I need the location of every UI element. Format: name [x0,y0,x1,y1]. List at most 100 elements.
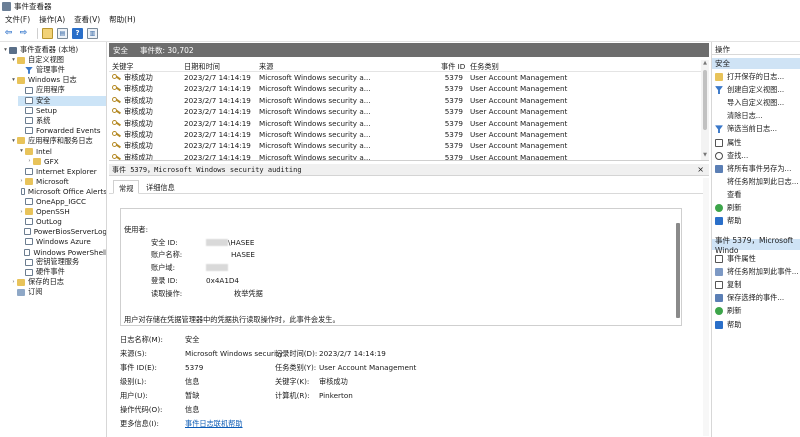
action-item[interactable]: 复制 [712,280,800,290]
detail-scrollbar[interactable] [703,178,709,436]
table-row[interactable]: 审核成功 2023/2/7 14:14:19 Microsoft Windows s… [109,118,701,129]
menu-help[interactable]: 帮助(H) [109,14,136,25]
action-item[interactable]: 事件属性 [712,254,800,264]
action-item[interactable]: 保存选择的事件... [712,293,800,303]
expand-toggle-icon[interactable]: ▾ [10,57,17,63]
tree-item[interactable]: 订阅 [10,287,106,297]
menu-file[interactable]: 文件(F) [5,14,30,25]
tree-item[interactable]: Windows PowerShell [18,247,107,257]
action-item[interactable]: 帮助 [712,216,800,226]
action-item[interactable]: 刷新 [712,306,800,316]
tree-item[interactable]: 安全 [18,95,106,106]
console-icon[interactable]: ▤ [57,27,68,39]
expand-toggle-icon[interactable]: › [26,158,33,164]
tree-item[interactable]: ▾ 自定义视图 [10,55,106,65]
tree-item[interactable]: Microsoft Office Alerts [18,186,106,196]
table-row[interactable]: 审核成功 2023/2/7 14:14:19 Microsoft Windows s… [109,83,701,94]
action-item[interactable]: 创建自定义视图... [712,85,800,95]
more-info-link[interactable]: 事件日志联机帮助 [185,419,243,429]
event-table-scrollbar[interactable]: ▲ ▼ [701,60,709,160]
actions-section-log[interactable]: 安全 [712,58,800,69]
tree-item[interactable]: ▾ Intel [18,146,106,156]
tree-item[interactable]: ▾ 事件查看器 (本地) [2,45,106,55]
action-item[interactable]: 查找... [712,151,800,161]
table-row[interactable]: 审核成功 2023/2/7 14:14:19 Microsoft Windows s… [109,72,701,83]
action-item[interactable]: 清除日志... [712,111,800,121]
tree-item[interactable]: › GFX [26,156,106,166]
refresh-icon [715,307,723,316]
expand-toggle-icon[interactable]: › [10,279,17,285]
task-category-cell: User Account Management [470,84,568,94]
datetime-cell: 2023/2/7 14:14:19 [184,95,251,105]
tree-item[interactable]: PowerBiosServerLog [18,227,106,237]
close-icon[interactable]: × [697,165,704,174]
column-task-category[interactable]: 任务类别 [470,62,499,72]
action-item[interactable]: 属性 [712,138,800,148]
navigation-tree: ▾ 事件查看器 (本地) ▾ 自定义视图 管理事件 ▾ Windows 日志 应用程序 安全 Se… [0,42,107,437]
menu-view[interactable]: 查看(V) [74,14,100,25]
action-item[interactable]: 将任务附加到此事件... [712,267,800,277]
menu-action[interactable]: 操作(A) [39,14,65,25]
tree-item[interactable]: Forwarded Events [18,126,106,136]
table-row[interactable]: 审核成功 2023/2/7 14:14:19 Microsoft Windows s… [109,95,701,106]
message-scrollbar[interactable] [676,223,680,318]
action-item[interactable]: 导入自定义视图... [712,98,800,108]
tree-item[interactable]: Setup [18,106,106,116]
tree-item[interactable]: › OpenSSH [18,207,106,217]
expand-toggle-icon[interactable]: › [18,209,25,215]
tab-details[interactable]: 详细信息 [141,180,180,194]
tab-general[interactable]: 常规 [113,180,140,194]
expand-toggle-icon[interactable]: ▾ [18,148,25,154]
action-item[interactable]: 将任务附加到此日志... [712,177,800,187]
tree-item[interactable]: 密钥管理服务 [18,257,106,267]
help-icon[interactable]: ? [72,27,83,39]
expand-toggle-icon[interactable]: › [18,178,25,184]
tree-item-label: Windows PowerShell [33,247,107,257]
scroll-up-icon[interactable]: ▲ [701,60,709,68]
action-item[interactable]: 将所有事件另存为... [712,164,800,174]
tree-item[interactable]: 管理事件 [18,65,106,75]
actions-section-event[interactable]: 事件 5379，Microsoft Windo [712,236,800,255]
column-event-id[interactable]: 事件 ID [441,62,465,72]
event-message-box[interactable]: 使用者: 安全 ID: \HASEE 账户名称: HASEE 账户域: 登录 I… [120,208,682,326]
tree-item[interactable]: ▾ Windows 日志 [10,75,106,85]
tree-item[interactable]: OneApp_IGCC [18,197,106,207]
back-icon[interactable]: ⇦ [3,28,14,39]
tree-item[interactable]: 系统 [18,116,106,126]
action-item[interactable]: 帮助 [712,320,800,330]
column-keyword[interactable]: 关键字 [112,62,134,72]
tree-item[interactable]: Internet Explorer [18,166,106,176]
tree-item[interactable]: 应用程序 [18,85,106,95]
table-row[interactable]: 审核成功 2023/2/7 14:14:19 Microsoft Windows s… [109,152,701,160]
scroll-down-icon[interactable]: ▼ [701,152,709,160]
scroll-thumb[interactable] [703,70,707,130]
table-row[interactable]: 审核成功 2023/2/7 14:14:19 Microsoft Windows s… [109,106,701,117]
action-item[interactable]: 查看 [712,190,800,200]
event-id-cell: 5379 [444,130,463,139]
tree-item[interactable]: Windows Azure [18,237,106,247]
save-icon [715,294,723,303]
expand-toggle-icon[interactable]: ▾ [10,77,17,83]
table-row[interactable]: 审核成功 2023/2/7 14:14:19 Microsoft Windows s… [109,140,701,151]
window-title: 事件查看器 [14,2,52,11]
expand-toggle-icon[interactable]: ▾ [2,47,9,53]
column-datetime[interactable]: 日期和时间 [184,62,220,72]
expand-toggle-icon[interactable]: ▾ [10,138,17,144]
column-source[interactable]: 来源 [259,62,273,72]
action-item[interactable]: 刷新 [712,203,800,213]
tree-item[interactable]: › 保存的日志 [10,277,106,287]
action-item[interactable]: 打开保存的日志... [712,72,800,82]
table-row[interactable]: 审核成功 2023/2/7 14:14:19 Microsoft Windows s… [109,129,701,140]
logged-label: 记录时间(D): [275,349,318,358]
tree-item[interactable]: 硬件事件 [18,267,106,277]
help-icon [715,320,723,329]
datetime-cell: 2023/2/7 14:14:19 [184,73,251,82]
forward-icon[interactable]: ⇨ [18,28,29,39]
tree-item[interactable]: ▾ 应用程序和服务日志 [10,136,106,146]
action-item[interactable]: 筛选当前日志... [712,124,800,134]
keyword-cell: 审核成功 [124,130,153,139]
folder-icon[interactable] [42,27,53,39]
tree-item[interactable]: OutLog [18,217,106,227]
tree-item[interactable]: › Microsoft [18,176,106,186]
panel-icon[interactable]: ▥ [87,27,98,39]
